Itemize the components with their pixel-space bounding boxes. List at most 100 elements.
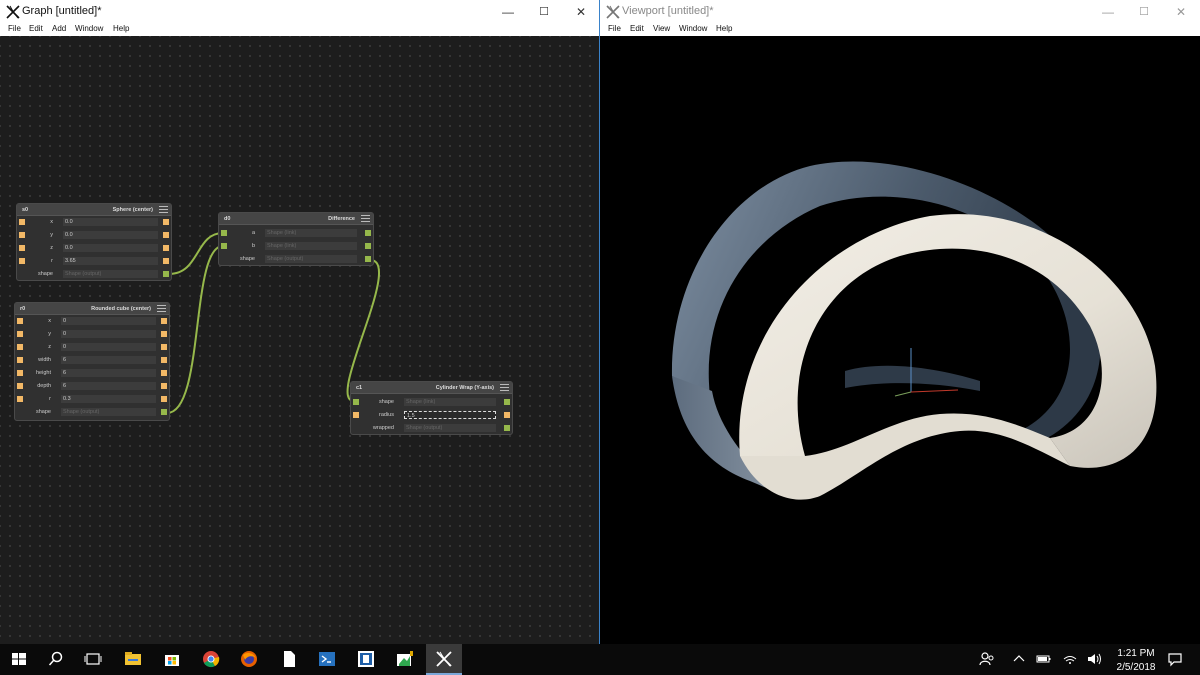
- node-header[interactable]: c1 Cylinder Wrap (Y-axis): [351, 382, 512, 394]
- menu-edit[interactable]: Edit: [630, 24, 644, 33]
- menu-view[interactable]: View: [653, 24, 670, 33]
- wifi-icon[interactable]: [1061, 650, 1079, 668]
- node-rounded-cube[interactable]: r0 Rounded cube (center) x 0 y 0 z 0 wid…: [14, 302, 170, 421]
- minimize-button[interactable]: —: [1090, 2, 1126, 22]
- notification-icon[interactable]: [1166, 650, 1184, 668]
- node-header[interactable]: d0 Difference: [219, 213, 373, 225]
- output-port[interactable]: [161, 318, 167, 324]
- input-port[interactable]: [17, 383, 23, 389]
- node-header[interactable]: s0 Sphere (center): [17, 204, 171, 216]
- menu-help[interactable]: Help: [716, 24, 732, 33]
- start-icon[interactable]: [10, 650, 28, 668]
- hamburger-menu-icon[interactable]: [159, 206, 168, 213]
- shape-output-port[interactable]: [161, 409, 167, 415]
- param-field[interactable]: 0.0: [63, 218, 158, 226]
- param-field[interactable]: 0.0: [63, 244, 158, 252]
- input-port[interactable]: [19, 258, 25, 264]
- file-explorer-icon[interactable]: [124, 650, 142, 668]
- shape-output-port[interactable]: [365, 230, 371, 236]
- notepad-icon[interactable]: [280, 650, 298, 668]
- input-port[interactable]: [19, 245, 25, 251]
- shape-input-port[interactable]: [221, 230, 227, 236]
- output-port[interactable]: [163, 232, 169, 238]
- output-port[interactable]: [163, 245, 169, 251]
- shape-output-port[interactable]: [365, 256, 371, 262]
- input-port[interactable]: [17, 357, 23, 363]
- output-port[interactable]: [163, 258, 169, 264]
- param-field[interactable]: 0: [61, 317, 156, 325]
- antimony-icon[interactable]: [435, 650, 453, 668]
- task-view-icon[interactable]: [84, 650, 102, 668]
- shape-input-port[interactable]: [353, 399, 359, 405]
- app-icon[interactable]: [357, 650, 375, 668]
- param-field[interactable]: 6: [61, 356, 156, 364]
- param-field[interactable]: 0.0: [63, 231, 158, 239]
- param-field[interactable]: 6: [61, 369, 156, 377]
- output-port[interactable]: [161, 370, 167, 376]
- powershell-icon[interactable]: [318, 650, 336, 668]
- minimize-button[interactable]: —: [490, 2, 526, 22]
- input-port[interactable]: [17, 318, 23, 324]
- node-cylinder-wrap[interactable]: c1 Cylinder Wrap (Y-axis) shape Shape (l…: [350, 381, 513, 435]
- hamburger-menu-icon[interactable]: [361, 215, 370, 222]
- param-field[interactable]: 0: [61, 330, 156, 338]
- chevron-up-icon[interactable]: [1010, 650, 1028, 668]
- radius-input[interactable]: 1.5: [404, 411, 496, 419]
- param-field[interactable]: 0.3: [61, 395, 156, 403]
- param-field[interactable]: 3.65: [63, 257, 158, 265]
- search-icon[interactable]: [47, 650, 65, 668]
- shape-output-port[interactable]: [163, 271, 169, 277]
- graph-titlebar[interactable]: Graph [untitled]* — ☐ ✕: [0, 0, 599, 24]
- shape-output-port[interactable]: [504, 399, 510, 405]
- input-port[interactable]: [17, 344, 23, 350]
- output-port[interactable]: [161, 383, 167, 389]
- 3d-viewport[interactable]: [600, 36, 1200, 644]
- output-port[interactable]: [504, 412, 510, 418]
- param-field[interactable]: 6: [61, 382, 156, 390]
- shape-output-port[interactable]: [504, 425, 510, 431]
- hamburger-menu-icon[interactable]: [500, 384, 509, 391]
- hamburger-menu-icon[interactable]: [157, 305, 166, 312]
- input-port[interactable]: [353, 412, 359, 418]
- output-port[interactable]: [161, 331, 167, 337]
- menu-window[interactable]: Window: [75, 24, 103, 33]
- maximize-button[interactable]: ☐: [1126, 2, 1162, 22]
- param-row-shape: shape Shape (output): [17, 269, 171, 279]
- node-header[interactable]: r0 Rounded cube (center): [15, 303, 169, 315]
- param-label: r: [51, 258, 53, 264]
- input-port[interactable]: [19, 232, 25, 238]
- viewport-titlebar[interactable]: Viewport [untitled]* — ☐ ✕: [600, 0, 1200, 24]
- shape-output-port[interactable]: [365, 243, 371, 249]
- maximize-button[interactable]: ☐: [526, 2, 562, 22]
- param-row-z: z 0: [15, 342, 169, 352]
- shape-input-port[interactable]: [221, 243, 227, 249]
- output-port[interactable]: [163, 219, 169, 225]
- store-icon[interactable]: [163, 650, 181, 668]
- input-port[interactable]: [17, 331, 23, 337]
- battery-icon[interactable]: [1035, 650, 1053, 668]
- input-port[interactable]: [17, 370, 23, 376]
- people-icon[interactable]: [978, 650, 996, 668]
- clock[interactable]: 1:21 PM 2/5/2018: [1108, 644, 1164, 675]
- chrome-icon[interactable]: [202, 650, 220, 668]
- menu-window[interactable]: Window: [679, 24, 707, 33]
- paint-icon[interactable]: [396, 650, 414, 668]
- graph-canvas[interactable]: s0 Sphere (center) x 0.0 y 0.0 z 0.0 r 3…: [0, 36, 599, 644]
- firefox-icon[interactable]: [240, 650, 258, 668]
- close-button[interactable]: ✕: [1163, 2, 1199, 22]
- menu-edit[interactable]: Edit: [29, 24, 43, 33]
- volume-icon[interactable]: [1085, 650, 1103, 668]
- input-port[interactable]: [19, 219, 25, 225]
- node-difference[interactable]: d0 Difference a Shape (link) b Shape (li…: [218, 212, 374, 266]
- close-button[interactable]: ✕: [563, 2, 599, 22]
- output-port[interactable]: [161, 396, 167, 402]
- menu-file[interactable]: File: [8, 24, 21, 33]
- menu-help[interactable]: Help: [113, 24, 129, 33]
- param-field[interactable]: 0: [61, 343, 156, 351]
- menu-file[interactable]: File: [608, 24, 621, 33]
- input-port[interactable]: [17, 396, 23, 402]
- output-port[interactable]: [161, 357, 167, 363]
- node-sphere[interactable]: s0 Sphere (center) x 0.0 y 0.0 z 0.0 r 3…: [16, 203, 172, 281]
- menu-add[interactable]: Add: [52, 24, 66, 33]
- output-port[interactable]: [161, 344, 167, 350]
